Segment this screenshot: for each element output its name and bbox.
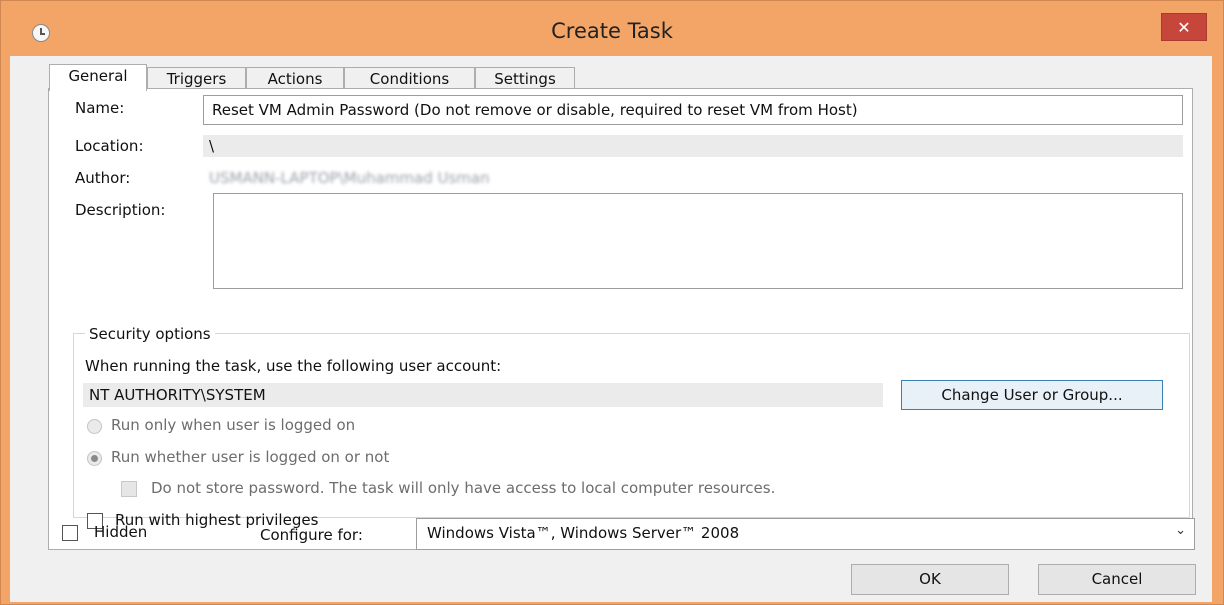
description-label: Description: xyxy=(75,201,166,219)
dialog-body: General Triggers Actions Conditions Sett… xyxy=(10,56,1212,602)
close-icon[interactable]: ✕ xyxy=(1161,13,1207,41)
tab-actions[interactable]: Actions xyxy=(246,67,344,89)
chevron-down-icon: ⌄ xyxy=(1175,523,1186,538)
change-user-button[interactable]: Change User or Group... xyxy=(901,380,1163,410)
window-title: Create Task xyxy=(551,19,673,43)
author-value: USMANN-LAPTOP\Muhammad Usman xyxy=(209,169,490,187)
account-prompt: When running the task, use the following… xyxy=(85,357,502,375)
user-account-value: NT AUTHORITY\SYSTEM xyxy=(83,383,883,407)
configure-for-value: Windows Vista™, Windows Server™ 2008 xyxy=(427,524,740,542)
hidden-label: Hidden xyxy=(94,523,148,541)
name-label: Name: xyxy=(75,99,125,117)
run-whether-label: Run whether user is logged on or not xyxy=(111,448,390,466)
no-store-password-checkbox[interactable] xyxy=(121,481,137,497)
create-task-dialog: Create Task ✕ General Triggers Actions C… xyxy=(0,0,1224,605)
tab-conditions[interactable]: Conditions xyxy=(344,67,475,89)
name-field[interactable]: Reset VM Admin Password (Do not remove o… xyxy=(203,95,1183,125)
author-label: Author: xyxy=(75,169,131,187)
no-store-password-label: Do not store password. The task will onl… xyxy=(151,479,776,497)
run-logged-on-label: Run only when user is logged on xyxy=(111,416,356,434)
title-bar[interactable]: Create Task ✕ xyxy=(1,1,1223,56)
security-options-title: Security options xyxy=(85,325,215,343)
configure-for-select[interactable]: Windows Vista™, Windows Server™ 2008 ⌄ xyxy=(416,518,1195,550)
tab-general[interactable]: General xyxy=(49,64,147,91)
ok-button[interactable]: OK xyxy=(851,564,1009,595)
tab-triggers[interactable]: Triggers xyxy=(147,67,246,89)
hidden-checkbox[interactable] xyxy=(62,525,78,541)
cancel-button[interactable]: Cancel xyxy=(1038,564,1196,595)
run-logged-on-radio[interactable] xyxy=(87,419,102,434)
configure-for-label: Configure for: xyxy=(260,526,363,544)
location-value: \ xyxy=(203,135,1183,157)
location-label: Location: xyxy=(75,137,144,155)
run-whether-radio[interactable] xyxy=(87,451,102,466)
description-field[interactable] xyxy=(213,193,1183,289)
tab-settings[interactable]: Settings xyxy=(475,67,575,89)
general-tab-panel: Name: Reset VM Admin Password (Do not re… xyxy=(48,88,1193,550)
